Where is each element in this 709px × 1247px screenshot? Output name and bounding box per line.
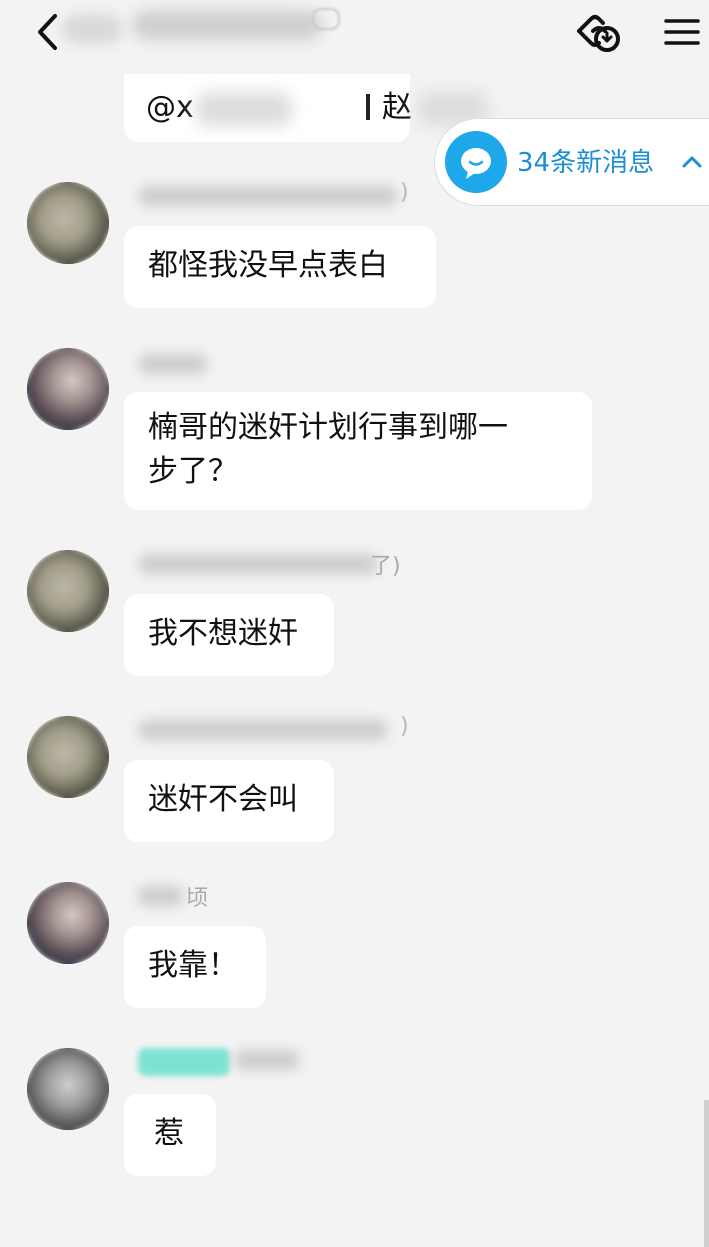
scrollbar[interactable] bbox=[704, 1100, 709, 1247]
message-bubble[interactable]: 我靠！ bbox=[124, 926, 266, 1008]
sender-name: 了) bbox=[138, 548, 418, 579]
menu-button[interactable] bbox=[658, 12, 706, 52]
message-bubble[interactable]: 楠哥的迷奸计划行事到哪一 步了？ bbox=[124, 392, 592, 510]
avatar[interactable] bbox=[27, 182, 109, 264]
link-button[interactable] bbox=[572, 10, 624, 56]
message-text: 都怪我没早点表白 bbox=[148, 248, 388, 283]
message-bubble[interactable]: 都怪我没早点表白 bbox=[124, 226, 436, 308]
message-bubble[interactable]: 迷奸不会叫 bbox=[124, 760, 334, 842]
chat-bubble-icon bbox=[445, 131, 507, 193]
message-bubble[interactable]: 惹 bbox=[124, 1094, 216, 1176]
mention-text: @x bbox=[146, 90, 194, 125]
avatar[interactable] bbox=[27, 550, 109, 632]
sender-name bbox=[138, 1044, 308, 1076]
message-text-line: 步了？ bbox=[148, 454, 238, 489]
link-icon bbox=[577, 15, 620, 52]
top-bar bbox=[0, 0, 709, 70]
message-text: 迷奸不会叫 bbox=[148, 782, 298, 817]
avatar[interactable] bbox=[27, 882, 109, 964]
message-bubble[interactable]: 我不想迷奸 bbox=[124, 594, 334, 676]
chevron-up-icon bbox=[682, 156, 702, 168]
sender-name: ) bbox=[138, 180, 418, 210]
new-messages-indicator[interactable]: 34条新消息 bbox=[434, 118, 709, 206]
sender-name: ) bbox=[138, 714, 418, 744]
sender-name: 顷 bbox=[138, 880, 228, 911]
message-text: 我靠！ bbox=[148, 948, 238, 983]
message-bubble-partial[interactable]: @x 赵 bbox=[124, 74, 488, 142]
message-text: 惹 bbox=[154, 1116, 184, 1151]
chevron-left-icon bbox=[38, 14, 57, 50]
avatar[interactable] bbox=[27, 1048, 109, 1130]
mention-name-char: 赵 bbox=[382, 90, 412, 125]
chat-title bbox=[62, 6, 342, 50]
message-text: 我不想迷奸 bbox=[148, 616, 298, 651]
new-messages-label: 34条新消息 bbox=[517, 148, 655, 178]
menu-icon bbox=[664, 19, 700, 45]
sender-name bbox=[138, 348, 218, 378]
avatar[interactable] bbox=[27, 348, 109, 430]
avatar[interactable] bbox=[27, 716, 109, 798]
message-text-line: 楠哥的迷奸计划行事到哪一 bbox=[148, 410, 508, 445]
